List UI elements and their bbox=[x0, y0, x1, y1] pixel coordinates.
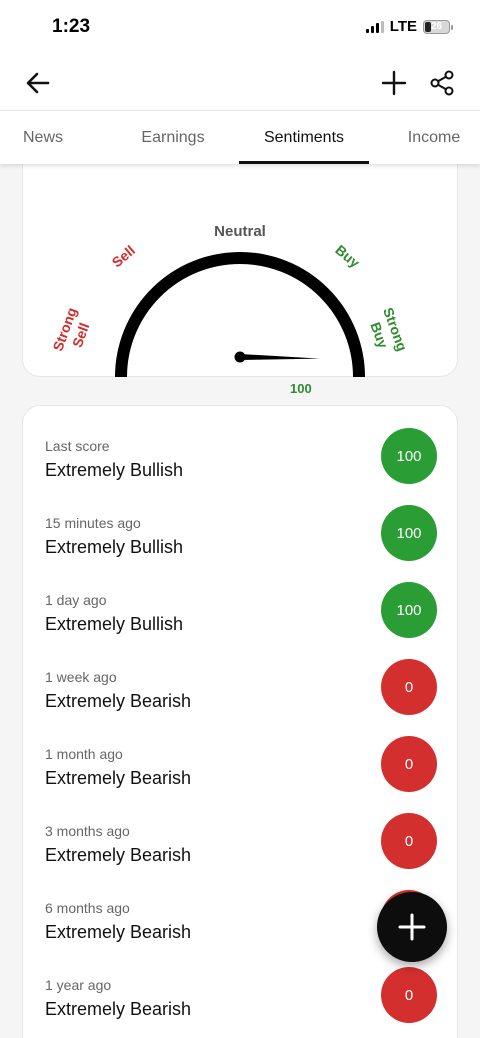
plus-icon bbox=[381, 70, 407, 96]
app-bar bbox=[0, 56, 480, 110]
score-badge: 100 bbox=[381, 428, 437, 484]
history-row-label: Extremely Bearish bbox=[45, 922, 192, 942]
score-badge: 0 bbox=[381, 967, 437, 1023]
score-badge: 100 bbox=[381, 505, 437, 561]
share-button[interactable] bbox=[424, 65, 460, 101]
active-tab-indicator bbox=[239, 161, 369, 164]
history-row-time: 1 day ago bbox=[45, 592, 107, 608]
battery-level: 26 bbox=[430, 21, 443, 32]
history-row-label: Extremely Bullish bbox=[45, 614, 184, 634]
history-row-label: Extremely Bearish bbox=[45, 845, 192, 865]
history-row[interactable]: Last score Extremely Bullish 100 bbox=[45, 428, 437, 498]
back-button[interactable] bbox=[20, 65, 56, 101]
gauge-needle-pivot bbox=[234, 351, 246, 363]
status-bar: 1:23 LTE 26 bbox=[0, 0, 480, 56]
share-icon bbox=[430, 70, 454, 96]
score-badge: 100 bbox=[381, 582, 437, 638]
gauge-label-strong-buy: Strong Buy bbox=[367, 305, 410, 353]
battery-icon: 26 bbox=[423, 19, 453, 34]
history-row[interactable]: 1 week ago Extremely Bearish 0 bbox=[45, 659, 437, 729]
gauge-score-value: 100 bbox=[290, 381, 312, 396]
tab-earnings[interactable]: Earnings bbox=[108, 111, 238, 164]
history-row-label: Extremely Bearish bbox=[45, 768, 192, 788]
history-row-time: 1 month ago bbox=[45, 746, 123, 762]
history-row-time: Last score bbox=[45, 438, 110, 454]
plus-icon bbox=[398, 913, 426, 941]
fab-add-button[interactable] bbox=[377, 892, 447, 962]
tab-income[interactable]: Income bbox=[370, 111, 480, 164]
tab-news[interactable]: News bbox=[0, 111, 86, 164]
status-time: 1:23 bbox=[52, 16, 91, 37]
history-row-time: 15 minutes ago bbox=[45, 515, 141, 531]
history-row-label: Extremely Bullish bbox=[45, 537, 184, 557]
history-row-label: Extremely Bearish bbox=[45, 999, 192, 1019]
score-badge: 0 bbox=[381, 736, 437, 792]
sentiment-gauge-card: Neutral Sell Buy Strong Sell Strong Buy bbox=[22, 140, 458, 378]
history-row-label: Extremely Bearish bbox=[45, 691, 192, 711]
score-badge: 0 bbox=[381, 813, 437, 869]
gauge-label-neutral: Neutral bbox=[214, 223, 266, 240]
signal-icon bbox=[365, 20, 384, 33]
history-row[interactable]: 1 month ago Extremely Bearish 0 bbox=[45, 736, 437, 806]
history-row-time: 1 year ago bbox=[45, 977, 112, 993]
network-label: LTE bbox=[389, 18, 417, 35]
history-row[interactable]: 15 minutes ago Extremely Bullish 100 bbox=[45, 505, 437, 575]
history-row-time: 3 months ago bbox=[45, 823, 130, 839]
battery-fill bbox=[425, 21, 431, 32]
gauge-label-strong-sell: Strong Sell bbox=[49, 305, 92, 353]
gauge-needle bbox=[239, 354, 320, 360]
sentiment-gauge: Neutral Sell Buy Strong Sell Strong Buy bbox=[49, 223, 411, 378]
history-row[interactable]: 3 months ago Extremely Bearish 0 bbox=[45, 813, 437, 883]
history-row-label: Extremely Bullish bbox=[45, 460, 184, 480]
gauge-label-buy: Buy bbox=[332, 242, 363, 271]
history-row-time: 1 week ago bbox=[45, 669, 117, 685]
history-row[interactable]: 1 year ago Extremely Bearish 0 bbox=[45, 967, 437, 1037]
history-row[interactable]: 1 day ago Extremely Bullish 100 bbox=[45, 582, 437, 652]
score-badge: 0 bbox=[381, 659, 437, 715]
tab-bar: News Earnings Sentiments Income bbox=[0, 110, 480, 164]
arrow-left-icon bbox=[26, 72, 50, 94]
tab-sentiments[interactable]: Sentiments bbox=[239, 111, 369, 164]
add-button[interactable] bbox=[376, 65, 412, 101]
history-row-time: 6 months ago bbox=[45, 900, 130, 916]
status-indicators: LTE 26 bbox=[365, 18, 453, 35]
gauge-label-sell: Sell bbox=[109, 242, 138, 270]
